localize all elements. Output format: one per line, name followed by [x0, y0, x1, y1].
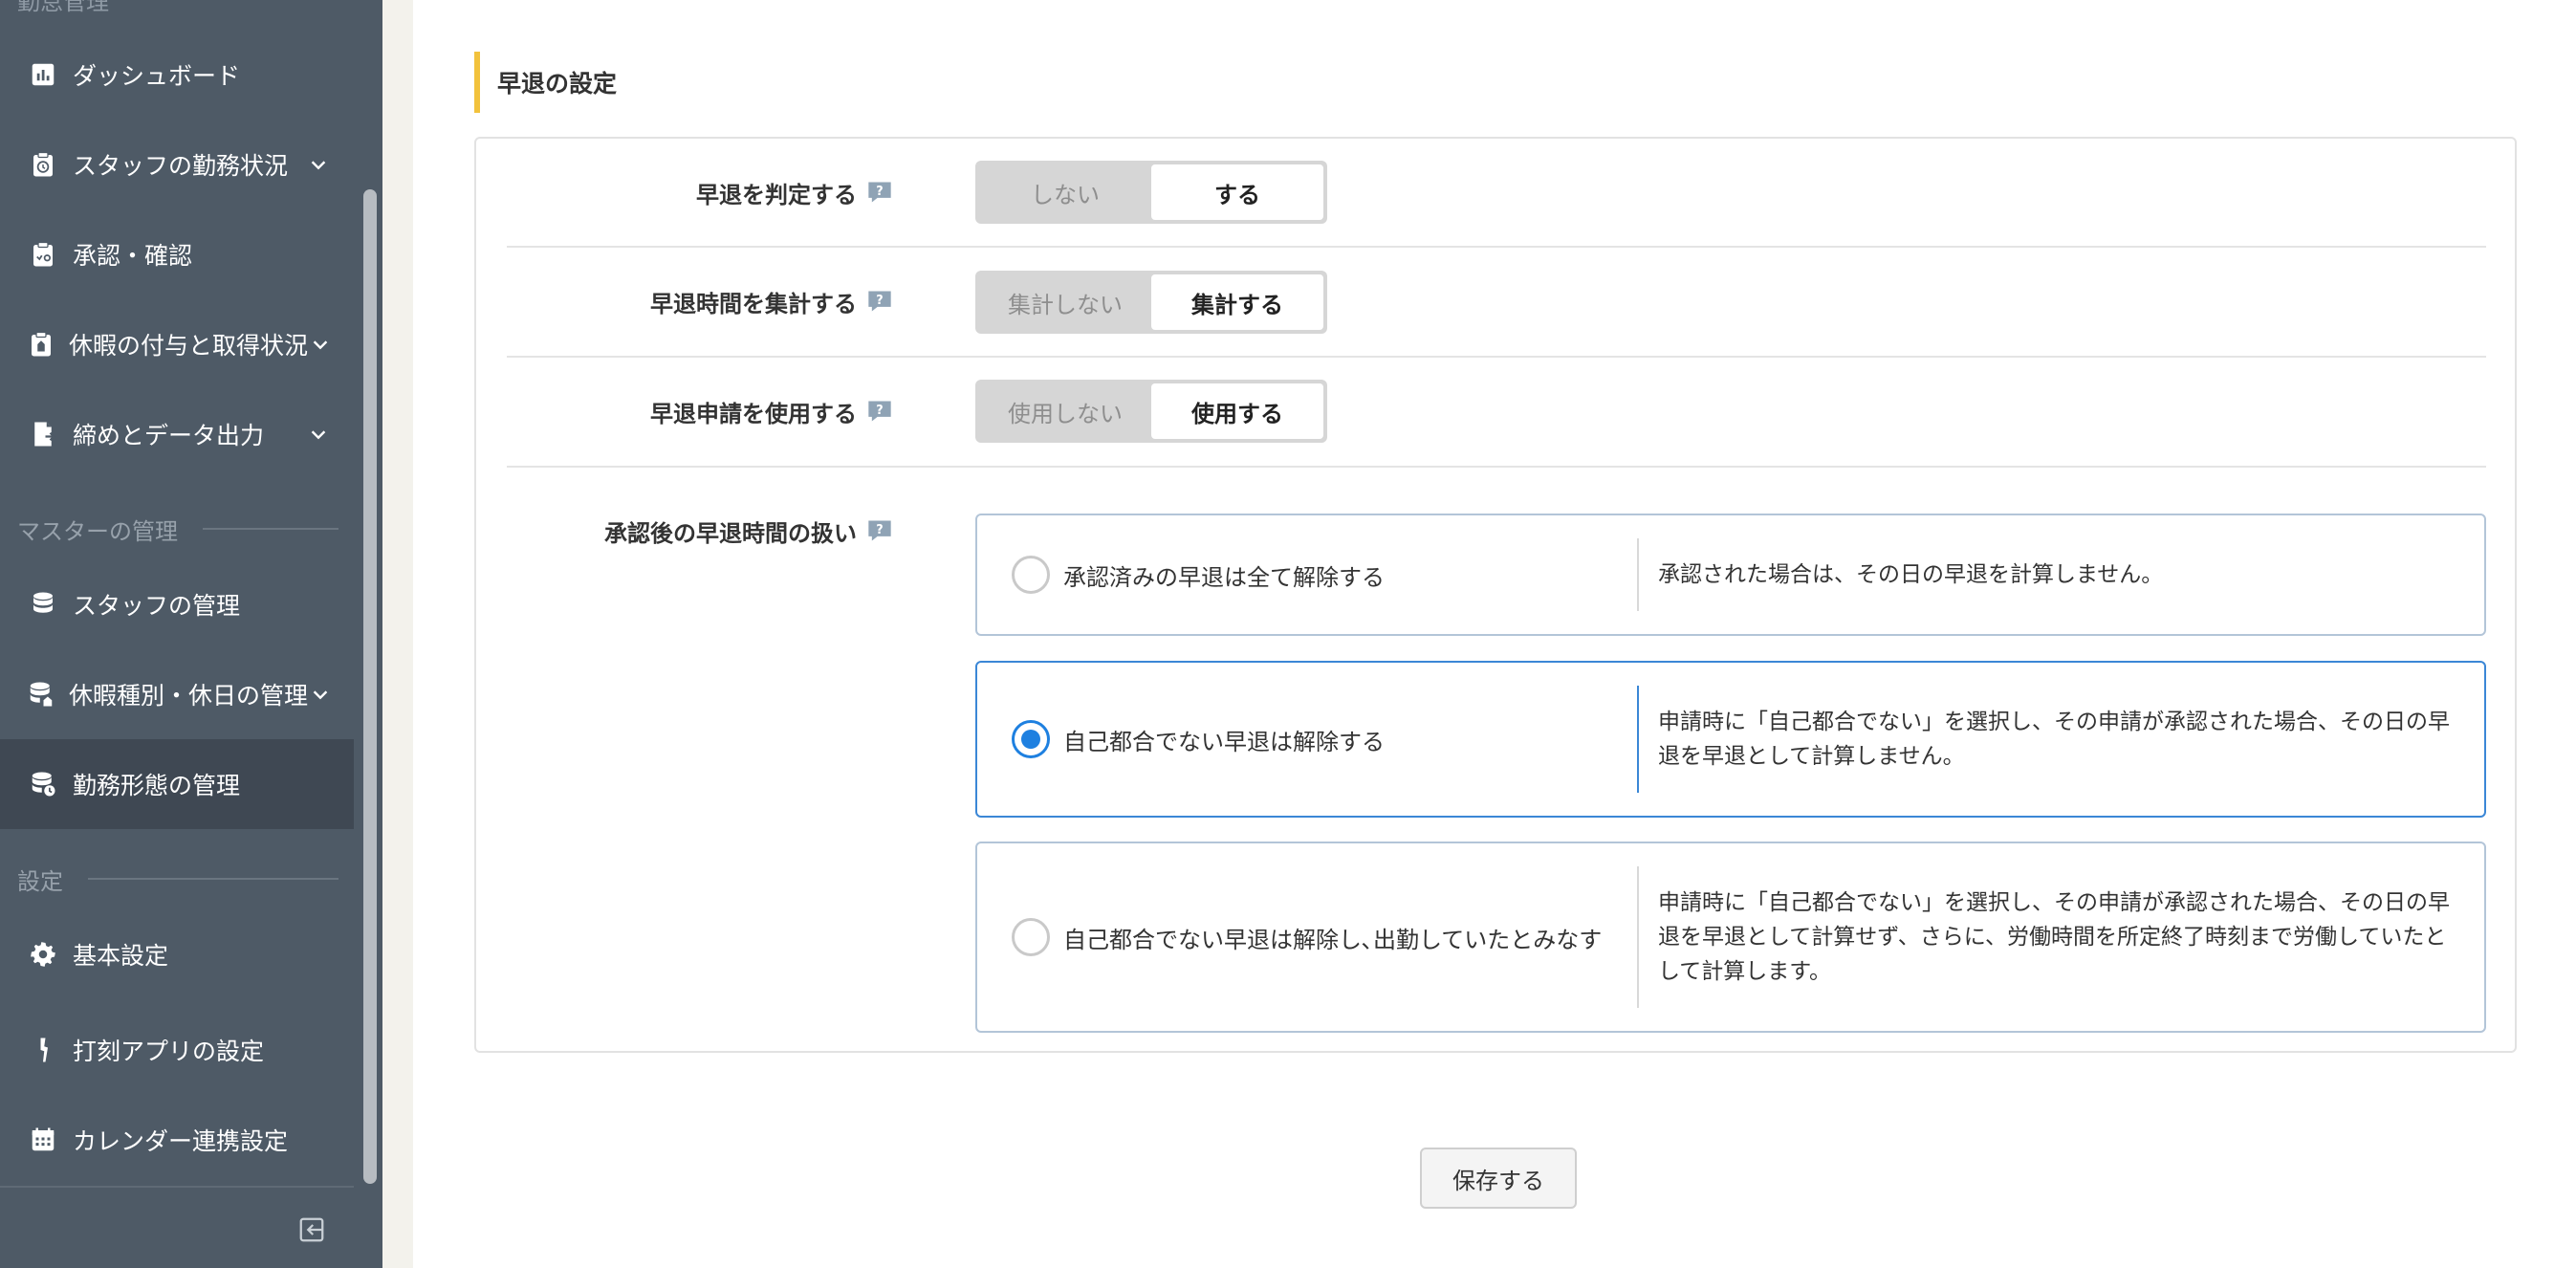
chevron-down-icon[interactable] — [308, 680, 333, 709]
svg-text:?: ? — [876, 523, 883, 537]
sidebar-item-punch-app[interactable]: 打刻アプリの設定 — [0, 1005, 354, 1095]
chevron-down-icon[interactable] — [304, 150, 333, 179]
sidebar-item-closing-export[interactable]: 締めとデータ出力 — [0, 389, 354, 479]
sidebar-item-label: 休暇種別・休日の管理 — [69, 682, 309, 710]
sidebar-item-staff-status[interactable]: スタッフの勤務状況 — [0, 120, 354, 209]
punch-app-icon — [27, 1034, 59, 1066]
sidebar-item-label: ダッシュボード — [73, 62, 241, 90]
row-label-request: 早退申請を使用する ? — [476, 392, 893, 430]
radio-option-description: 申請時に「自己都合でない」を選択し、その申請が承認された場合、その日の早退を早退… — [1658, 710, 2450, 769]
radio-option-description: 申請時に「自己都合でない」を選択し、その申請が承認された場合、その日の早退を早退… — [1658, 890, 2450, 984]
sidebar-item-leave-grants[interactable]: 休暇の付与と取得状況 — [0, 299, 354, 389]
database-icon — [27, 588, 59, 621]
sidebar-item-basic-settings[interactable]: 基本設定 — [0, 909, 354, 999]
chevron-down-icon[interactable] — [308, 330, 333, 359]
sidebar-item-leave-types[interactable]: 休暇種別・休日の管理 — [0, 649, 354, 739]
clock-board-icon — [27, 148, 59, 181]
radio-option-release-non-personal[interactable]: 自己都合でない早退は解除する 申請時に「自己都合でない」を選択し、その申請が承認… — [975, 661, 2486, 818]
row-label-aggregate: 早退時間を集計する ? — [476, 282, 893, 320]
sidebar-item-label: スタッフの管理 — [73, 592, 241, 620]
help-icon[interactable]: ? — [866, 289, 893, 314]
collapse-sidebar-icon[interactable] — [296, 1214, 327, 1245]
sidebar-item-work-patterns[interactable]: 勤務形態の管理 — [0, 739, 354, 829]
sidebar-item-label: 締めとデータ出力 — [73, 422, 265, 449]
sidebar-item-approval[interactable]: 承認・確認 — [0, 209, 354, 299]
sidebar-section-attendance: 勤怠管理 — [17, 0, 109, 15]
toggle-option-on[interactable]: 使用する — [1151, 383, 1323, 439]
radio-button[interactable] — [1012, 918, 1050, 956]
sidebar-item-label: 勤務形態の管理 — [73, 772, 241, 799]
save-button[interactable]: 保存する — [1420, 1148, 1577, 1209]
sidebar-item-label: スタッフの勤務状況 — [73, 152, 289, 180]
help-icon[interactable]: ? — [866, 399, 893, 424]
sidebar-item-label: 休暇の付与と取得状況 — [69, 332, 309, 360]
toggle-option-off[interactable]: しない — [979, 164, 1151, 220]
toggle-option-on[interactable]: 集計する — [1151, 274, 1323, 330]
divider — [507, 356, 2486, 358]
toggle-judge-early-leave[interactable]: しない する — [975, 161, 1327, 224]
svg-text:?: ? — [876, 185, 883, 199]
row-label-judge: 早退を判定する ? — [476, 173, 893, 211]
toggle-use-early-leave-request[interactable]: 使用しない 使用する — [975, 380, 1327, 443]
main-content: 早退の設定 早退を判定する ? しない する 早退時間を集計する ? 集計しない… — [413, 0, 2576, 1268]
clipboard-check-icon — [27, 238, 59, 271]
help-icon[interactable]: ? — [866, 518, 893, 543]
sidebar-item-calendar-sync[interactable]: カレンダー連携設定 — [0, 1095, 354, 1185]
radio-option-release-all[interactable]: 承認済みの早退は全て解除する 承認された場合は、その日の早退を計算しません。 — [975, 514, 2486, 636]
sidebar-item-staff-management[interactable]: スタッフの管理 — [0, 559, 354, 649]
sidebar-section-master: マスターの管理 — [17, 510, 338, 548]
section-title: 早退の設定 — [474, 52, 617, 113]
toggle-option-off[interactable]: 集計しない — [979, 274, 1151, 330]
svg-text:?: ? — [876, 404, 883, 418]
sidebar-section-settings: 設定 — [17, 860, 338, 898]
sidebar-item-label: 基本設定 — [73, 942, 169, 970]
sidebar-item-dashboard[interactable]: ダッシュボード — [0, 30, 354, 120]
chevron-down-icon[interactable] — [304, 420, 333, 448]
divider — [507, 246, 2486, 248]
sidebar-footer — [0, 1186, 354, 1268]
sidebar-scrollbar[interactable] — [363, 189, 377, 1184]
calendar-icon — [27, 1124, 59, 1156]
database-clock-icon — [27, 768, 59, 800]
radio-option-description: 承認された場合は、その日の早退を計算しません。 — [1658, 562, 2164, 587]
gear-icon — [27, 938, 59, 971]
divider — [507, 466, 2486, 468]
svg-text:?: ? — [876, 294, 883, 308]
sidebar-item-label: カレンダー連携設定 — [73, 1127, 289, 1155]
chart-bar-icon — [27, 58, 59, 91]
radio-option-release-and-deem-present[interactable]: 自己都合でない早退は解除し､出勤していたとみなす 申請時に「自己都合でない」を選… — [975, 842, 2486, 1033]
sidebar-item-label: 打刻アプリの設定 — [73, 1038, 265, 1065]
toggle-option-off[interactable]: 使用しない — [979, 383, 1151, 439]
help-icon[interactable]: ? — [866, 180, 893, 205]
clipboard-leave-icon — [27, 328, 55, 361]
sidebar: 勤怠管理 ダッシュボード スタッフの勤務状況 承認・確認 休暇の付与と取得状況 … — [0, 0, 382, 1268]
toggle-option-on[interactable]: する — [1151, 164, 1323, 220]
radio-button-selected[interactable] — [1012, 720, 1050, 758]
file-export-icon — [27, 418, 59, 450]
sidebar-scroll-area: 勤怠管理 ダッシュボード スタッフの勤務状況 承認・確認 休暇の付与と取得状況 … — [0, 0, 354, 1186]
database-leave-icon — [27, 678, 55, 711]
early-leave-settings-card: 早退を判定する ? しない する 早退時間を集計する ? 集計しない 集計する — [474, 137, 2517, 1053]
toggle-aggregate-early-leave[interactable]: 集計しない 集計する — [975, 271, 1327, 334]
sidebar-item-label: 承認・確認 — [73, 242, 193, 270]
row-label-approval-handling: 承認後の早退時間の扱い ? — [476, 512, 893, 550]
radio-button[interactable] — [1012, 556, 1050, 594]
